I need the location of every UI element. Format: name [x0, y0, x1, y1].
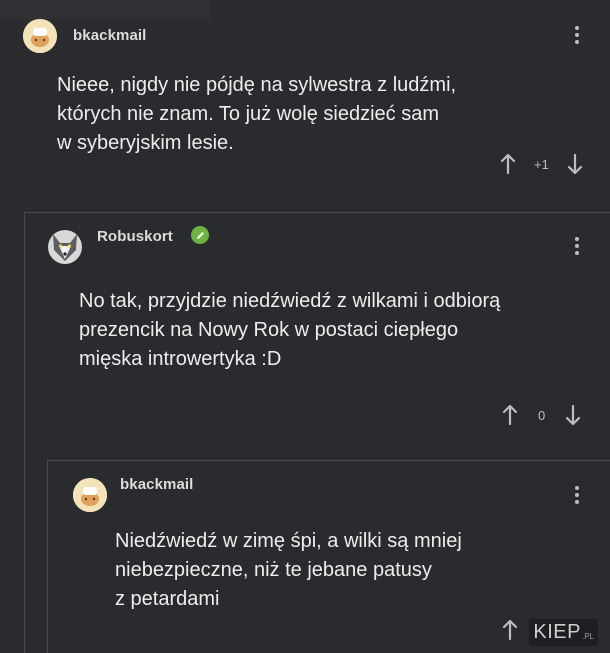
user-avatar[interactable]: [48, 230, 82, 264]
vote-controls: [502, 619, 518, 641]
vote-count: 0: [538, 407, 546, 423]
username[interactable]: Robuskort: [97, 228, 173, 245]
upvote-arrow-icon[interactable]: [500, 153, 516, 175]
egg-chef-avatar-icon: [23, 19, 57, 53]
vote-count: +1: [534, 156, 549, 172]
upvote-arrow-icon[interactable]: [502, 619, 518, 641]
upvote-arrow-icon[interactable]: [502, 404, 518, 426]
downvote-arrow-icon[interactable]: [567, 153, 583, 175]
watermark-text: KIEP: [533, 621, 581, 643]
egg-chef-avatar-icon: [73, 478, 107, 512]
watermark-suffix: .PL: [581, 632, 594, 641]
site-watermark: KIEP .PL: [529, 619, 598, 646]
top-edge-strip: [0, 0, 210, 20]
comment-text: No tak, przyjdzie niedźwiedź z wilkami i…: [79, 290, 501, 370]
user-avatar[interactable]: [23, 19, 57, 53]
username[interactable]: bkackmail: [120, 476, 193, 493]
wolf-avatar-icon: [48, 230, 82, 264]
more-options-icon[interactable]: [574, 26, 580, 44]
pencil-icon: [191, 226, 209, 244]
user-avatar[interactable]: [73, 478, 107, 512]
vote-controls: +1: [500, 153, 583, 175]
more-options-icon[interactable]: [574, 486, 580, 504]
downvote-arrow-icon[interactable]: [565, 404, 581, 426]
more-options-icon[interactable]: [574, 237, 580, 255]
vote-controls: 0: [502, 404, 581, 426]
comment-text: Niedźwiedź w zimę śpi, a wilki są mniej …: [115, 530, 462, 610]
comment-text: Nieee, nigdy nie pójdę na sylwestra z lu…: [57, 74, 457, 154]
username[interactable]: bkackmail: [73, 27, 146, 44]
